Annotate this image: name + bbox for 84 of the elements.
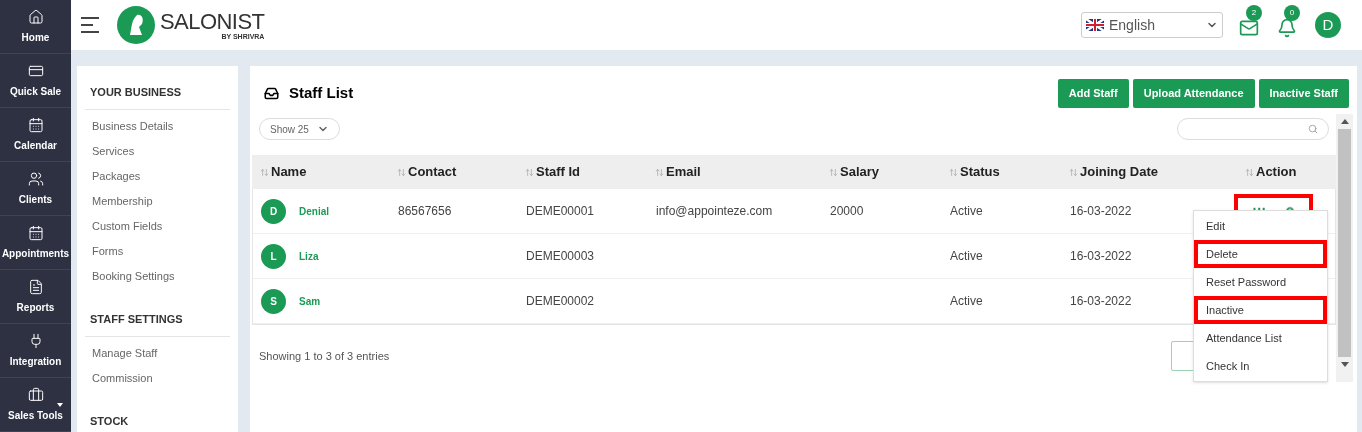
menu-item[interactable]: Attendance List xyxy=(1194,324,1327,352)
column-header[interactable]: Name xyxy=(260,162,397,182)
nav-item[interactable]: Quick Sale xyxy=(0,54,71,108)
sort-icon xyxy=(525,167,534,177)
user-avatar[interactable]: D xyxy=(1315,12,1341,38)
flag-icon xyxy=(1086,19,1104,31)
table-cell-text: 16-03-2022 xyxy=(1070,203,1132,220)
action-button[interactable]: Add Staff xyxy=(1057,78,1129,108)
sort-icon xyxy=(397,167,406,177)
table-cell-text: DEME00001 xyxy=(526,203,595,220)
table-cell-text: 20000 xyxy=(830,203,864,220)
entries-info: Showing 1 to 3 of 3 entries xyxy=(259,348,390,364)
logo-text: SALONIST xyxy=(160,10,265,33)
column-header[interactable]: Email xyxy=(655,162,829,182)
menu-icon[interactable] xyxy=(80,17,100,33)
briefcase-icon xyxy=(27,386,44,403)
calendar-icon xyxy=(27,224,44,241)
page-title: Staff List xyxy=(289,82,354,103)
table-cell-text: Active xyxy=(950,203,983,220)
nav-item[interactable]: Integration xyxy=(0,324,71,378)
settings-link[interactable]: Membership xyxy=(85,189,230,214)
calendar-icon xyxy=(27,116,44,133)
column-header[interactable]: Salary xyxy=(829,162,949,182)
staff-avatar: L xyxy=(261,243,286,269)
settings-link[interactable]: Booking Settings xyxy=(85,264,230,289)
house-icon xyxy=(27,8,44,25)
table-cell-text: 16-03-2022 xyxy=(1070,293,1132,310)
scroll-down-icon[interactable] xyxy=(1340,362,1349,367)
sort-icon xyxy=(260,167,269,177)
staff-name-link[interactable]: Liza xyxy=(299,248,319,264)
sort-icon xyxy=(1245,167,1254,177)
settings-link[interactable]: Business Details xyxy=(85,114,230,139)
nav-item[interactable]: Clients xyxy=(0,162,71,216)
menu-item[interactable]: Inactive xyxy=(1194,296,1327,324)
table-cell-text: DEME00003 xyxy=(526,248,595,265)
action-button[interactable]: Inactive Staff xyxy=(1258,78,1349,108)
table-cell-text: Active xyxy=(950,293,983,310)
document-icon xyxy=(27,278,44,295)
nav-item[interactable]: Appointments xyxy=(0,216,71,270)
mail-count-badge: 2 xyxy=(1246,5,1262,21)
section-heading: STOCK xyxy=(85,405,230,432)
table-cell-text: info@appointeze.com xyxy=(656,203,773,220)
column-header[interactable]: Status xyxy=(949,162,1069,182)
sort-icon xyxy=(829,167,838,177)
staff-avatar: S xyxy=(261,288,286,314)
nav-item[interactable]: Calendar xyxy=(0,108,71,162)
table-cell-text: DEME00002 xyxy=(526,293,595,310)
scroll-up-icon[interactable] xyxy=(1340,119,1349,124)
sort-icon xyxy=(655,167,664,177)
settings-link[interactable]: Services xyxy=(85,139,230,164)
table-cell-text: 16-03-2022 xyxy=(1070,248,1132,265)
nav-item[interactable]: Reports xyxy=(0,270,71,324)
staff-avatar: D xyxy=(261,198,286,224)
staff-name-link[interactable]: Denial xyxy=(299,203,329,219)
settings-link[interactable]: Manage Staff xyxy=(85,341,230,366)
sort-icon xyxy=(1069,167,1078,177)
column-header[interactable]: Staff Id xyxy=(525,162,655,182)
action-button[interactable]: Upload Attendance xyxy=(1132,78,1255,108)
mail-icon[interactable] xyxy=(1239,18,1259,38)
settings-link[interactable]: Commission xyxy=(85,366,230,391)
menu-item[interactable]: Reset Password xyxy=(1194,268,1327,296)
menu-item[interactable]: Delete xyxy=(1194,240,1327,268)
settings-link[interactable]: Custom Fields xyxy=(85,214,230,239)
bell-icon[interactable] xyxy=(1277,18,1297,38)
menu-item[interactable]: Check In xyxy=(1194,352,1327,380)
inbox-icon xyxy=(264,85,279,101)
staff-name-link[interactable]: Sam xyxy=(299,293,321,309)
table-cell-text: Active xyxy=(950,248,983,265)
search-icon xyxy=(1308,124,1318,134)
column-header[interactable]: Joining Date xyxy=(1069,162,1225,182)
column-header[interactable]: Action xyxy=(1225,162,1328,182)
nav-item[interactable]: Sales Tools xyxy=(0,378,71,432)
scrollbar[interactable] xyxy=(1336,114,1353,382)
table-cell-text: 86567656 xyxy=(398,203,452,220)
language-select[interactable]: English xyxy=(1081,12,1223,38)
notification-count-badge: 0 xyxy=(1284,5,1300,21)
sort-icon xyxy=(949,167,958,177)
column-header[interactable]: Contact xyxy=(397,162,525,182)
section-heading: STAFF SETTINGS xyxy=(85,303,230,337)
users-icon xyxy=(27,170,44,187)
settings-link[interactable]: Forms xyxy=(85,239,230,264)
section-heading: YOUR BUSINESS xyxy=(85,76,230,110)
logo-icon xyxy=(116,5,156,45)
settings-link[interactable]: Packages xyxy=(85,164,230,189)
